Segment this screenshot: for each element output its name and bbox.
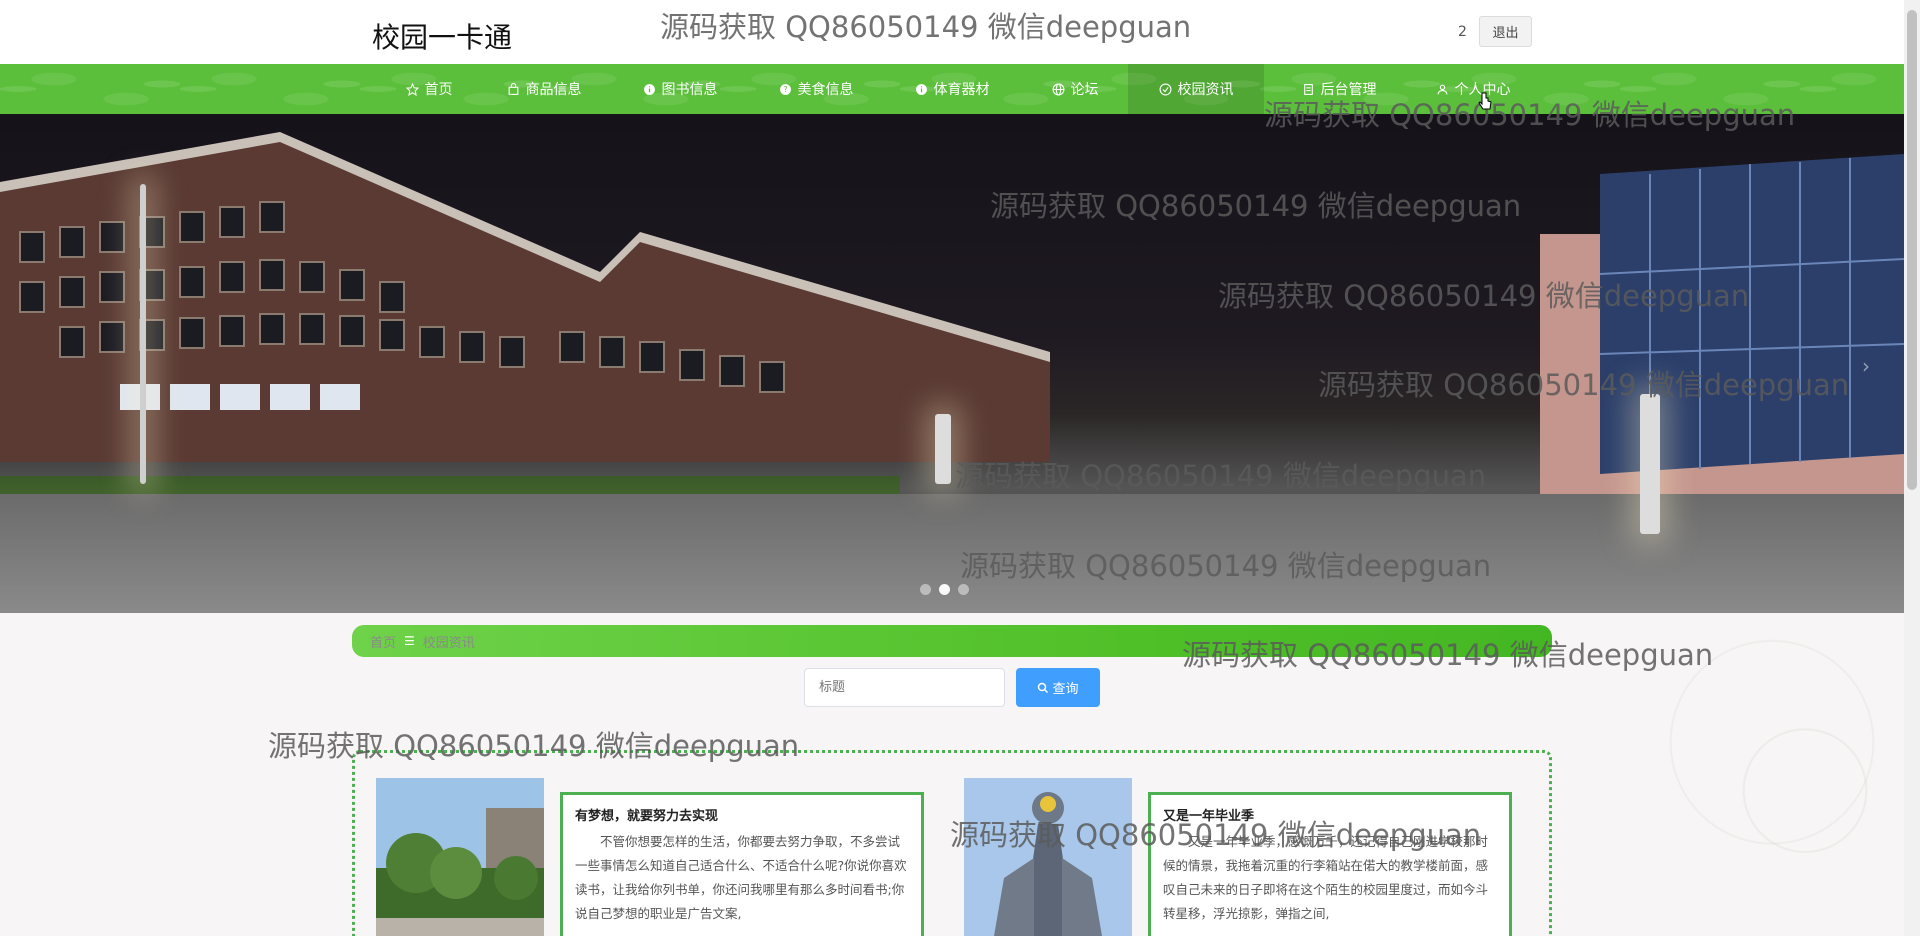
nav-label: 图书信息 xyxy=(661,82,718,98)
breadcrumb-current: 校园资讯 xyxy=(422,635,475,651)
hand-cursor-icon xyxy=(1478,92,1492,110)
scrollbar-thumb[interactable] xyxy=(1907,10,1917,490)
watermark-text: 源码获取 QQ86050149 微信deepguan xyxy=(955,459,1487,493)
street-lamp xyxy=(140,184,146,484)
username-label: 2 xyxy=(1458,24,1467,40)
question-icon: ? xyxy=(779,83,791,95)
nav-item-sports[interactable]: 体育器材 xyxy=(902,64,1002,114)
nav-label: 体育器材 xyxy=(933,82,990,98)
chevron-right-icon[interactable]: › xyxy=(1862,354,1870,378)
watermark-text: 源码获取 QQ86050149 微信deepguan xyxy=(1218,279,1750,313)
nav-label: 首页 xyxy=(424,82,453,98)
watermark-text: 源码获取 QQ86050149 微信deepguan xyxy=(1182,638,1714,672)
news-card[interactable]: 有梦想，就要努力去实现 不管你想要怎样的生活，你都要去努力争取，不多尝试一些事情… xyxy=(376,778,928,936)
carousel-dot[interactable] xyxy=(920,584,931,595)
nav-item-books[interactable]: 图书信息 xyxy=(630,64,730,114)
news-card[interactable]: 又是一年毕业季 又是一年毕业季，感慨万千，还记得自己刚进学校那时候的情景，我拖着… xyxy=(964,778,1516,936)
road-area xyxy=(0,494,1904,613)
svg-text:?: ? xyxy=(783,85,787,94)
page: 校园一卡通 2 退出 首页 商品信息 图书信息 ? 美食信息 体育器材 论坛 校… xyxy=(0,0,1920,936)
watermark-text: 源码获取 QQ86050149 微信deepguan xyxy=(268,729,800,763)
watermark-text: 源码获取 QQ86050149 微信deepguan xyxy=(660,10,1192,44)
news-excerpt: 不管你想要怎样的生活，你都要去努力争取，不多尝试一些事情怎么知道自己适合什么、不… xyxy=(575,834,907,921)
nav-label: 商品信息 xyxy=(525,82,582,98)
carousel-indicators xyxy=(920,584,969,595)
globe-icon xyxy=(1052,83,1064,95)
breadcrumb-separator-icon: ☰ xyxy=(404,634,415,648)
light-pillar xyxy=(1640,394,1660,534)
nav-label: 美食信息 xyxy=(797,82,854,98)
watermark-text: 源码获取 QQ86050149 微信deepguan xyxy=(990,189,1522,223)
title-search-input[interactable] xyxy=(804,668,1005,707)
nav-item-products[interactable]: 商品信息 xyxy=(494,64,594,114)
nav-label: 论坛 xyxy=(1070,82,1099,98)
news-thumbnail xyxy=(964,778,1132,936)
watermark-text: 源码获取 QQ86050149 微信deepguan xyxy=(960,549,1492,583)
nav-item-forum[interactable]: 论坛 xyxy=(1040,64,1110,114)
search-icon xyxy=(1038,682,1049,693)
site-title[interactable]: 校园一卡通 xyxy=(372,16,512,56)
shop-icon xyxy=(508,82,518,95)
check-circle-icon xyxy=(1159,83,1171,95)
watermark-text: 源码获取 QQ86050149 微信deepguan xyxy=(950,818,1482,852)
news-title[interactable]: 有梦想，就要努力去实现 xyxy=(575,805,909,824)
nav-item-food[interactable]: ? 美食信息 xyxy=(766,64,866,114)
search-button-label: 查询 xyxy=(1052,682,1079,697)
nav-label: 校园资讯 xyxy=(1177,82,1234,98)
info-icon xyxy=(643,83,655,95)
glass-building-image xyxy=(1540,154,1904,534)
light-pillar xyxy=(935,414,951,484)
info-icon xyxy=(915,83,927,95)
news-card-text: 有梦想，就要努力去实现 不管你想要怎样的生活，你都要去努力争取，不多尝试一些事情… xyxy=(560,792,924,936)
search-button[interactable]: 查询 xyxy=(1016,668,1100,707)
carousel-dot-active[interactable] xyxy=(939,584,950,595)
nav-item-home[interactable]: 首页 xyxy=(384,64,474,114)
news-thumbnail xyxy=(376,778,544,936)
carousel-dot[interactable] xyxy=(958,584,969,595)
breadcrumb-home[interactable]: 首页 xyxy=(370,632,396,651)
nav-item-campus-news[interactable]: 校园资讯 xyxy=(1128,64,1264,114)
logout-button[interactable]: 退出 xyxy=(1479,16,1532,47)
star-icon xyxy=(405,82,419,96)
watermark-text: 源码获取 QQ86050149 微信deepguan xyxy=(1264,98,1796,132)
watermark-text: 源码获取 QQ86050149 微信deepguan xyxy=(1318,368,1850,402)
campus-building-image xyxy=(0,132,1050,462)
